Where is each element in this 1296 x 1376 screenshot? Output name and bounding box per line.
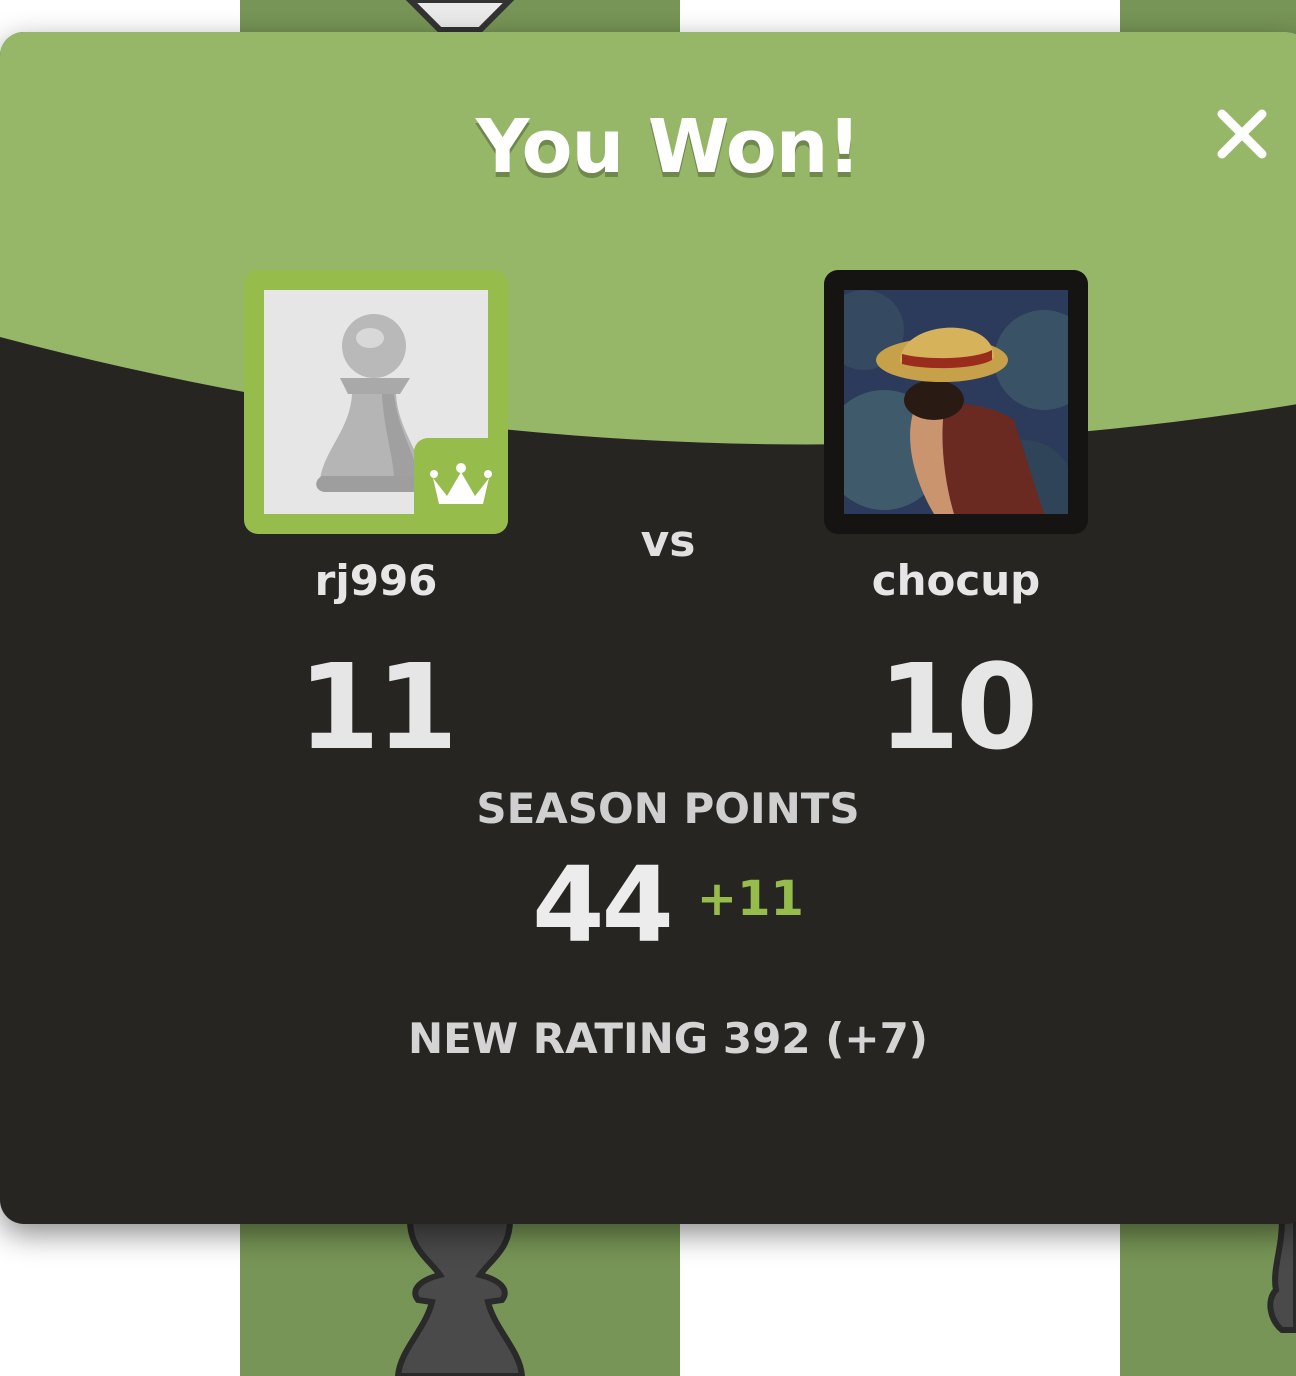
- game-over-modal: You Won! vs rj996 chocup 11 10 SEASON PO…: [0, 32, 1296, 1224]
- modal-header-background: [0, 32, 1296, 445]
- black-pawn-piece-icon: [1267, 1220, 1296, 1333]
- player-score: 11: [297, 638, 458, 776]
- player-username: rj996: [314, 556, 438, 605]
- season-points-delta: +11: [696, 871, 804, 927]
- opponent-avatar[interactable]: [824, 270, 1088, 534]
- season-points-row: 44 +11: [0, 844, 1296, 966]
- profile-picture: [844, 290, 1068, 514]
- new-rating-text: NEW RATING 392 (+7): [408, 1014, 928, 1063]
- season-points-value: 44: [532, 844, 674, 966]
- close-icon: [1217, 109, 1267, 159]
- black-pawn-piece-icon: [394, 1220, 526, 1376]
- winner-badge: [414, 438, 508, 534]
- opponent-username: chocup: [871, 556, 1041, 605]
- result-title: You Won!: [475, 104, 861, 190]
- opponent-score: 10: [877, 638, 1038, 776]
- season-points-label: SEASON POINTS: [476, 784, 860, 833]
- crown-icon: [430, 463, 492, 504]
- versus-label: vs: [640, 516, 696, 567]
- close-button[interactable]: [1204, 96, 1280, 172]
